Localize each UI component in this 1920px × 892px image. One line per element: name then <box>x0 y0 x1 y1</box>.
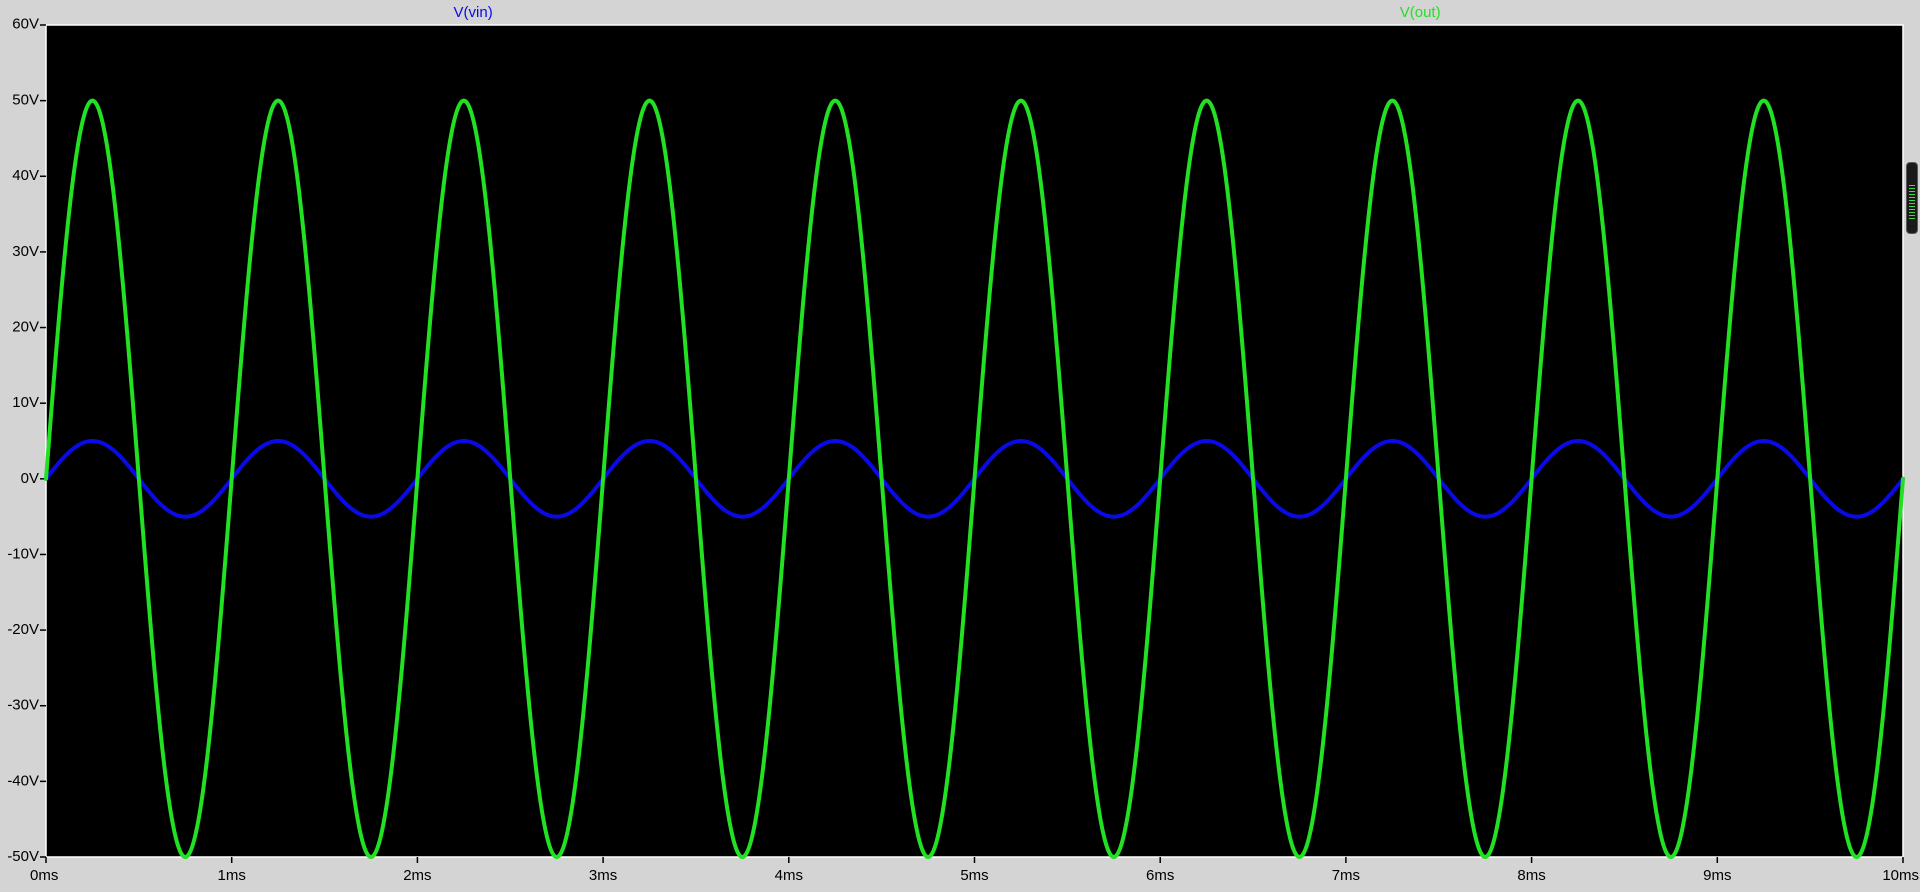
handle-grip-line <box>1909 185 1915 186</box>
trace-label[interactable]: V(out) <box>1400 4 1441 21</box>
handle-grip-line <box>1909 212 1915 213</box>
handle-grip-line <box>1909 194 1915 195</box>
y-tick-label: -20V <box>7 621 39 638</box>
trace-label[interactable]: V(vin) <box>454 4 493 21</box>
y-axis: 60V 50V 40V 30V 20V 10V 0V -10V -20V -30V -40V -50V <box>7 15 46 865</box>
plot-area[interactable] <box>46 25 1903 857</box>
handle-grip-line <box>1909 203 1915 204</box>
handle-grip-line <box>1909 197 1915 198</box>
scroll-handle[interactable] <box>1906 162 1918 234</box>
handle-grip-line <box>1909 218 1915 219</box>
x-tick-label: 8ms <box>1517 867 1545 884</box>
x-axis: 0ms 1ms 2ms 3ms 4ms 5ms 6ms 7ms 8ms 9ms 10ms <box>30 857 1919 884</box>
handle-grip-line <box>1909 206 1915 207</box>
y-tick-label: 0V <box>21 470 39 487</box>
x-tick-label: 2ms <box>403 867 431 884</box>
x-tick-label: 0ms <box>30 867 58 884</box>
y-tick-label: -30V <box>7 697 39 714</box>
x-tick-label: 5ms <box>960 867 988 884</box>
x-tick-label: 6ms <box>1146 867 1174 884</box>
handle-grip-line <box>1909 215 1915 216</box>
x-tick-label: 4ms <box>775 867 803 884</box>
handle-grip-line <box>1909 188 1915 189</box>
y-tick-label: 50V <box>12 92 39 109</box>
y-tick-label: 60V <box>12 15 39 32</box>
handle-grip-line <box>1909 200 1915 201</box>
y-tick-label: -10V <box>7 545 39 562</box>
y-tick-label: 40V <box>12 167 39 184</box>
y-tick-label: -40V <box>7 772 39 789</box>
x-tick-label: 9ms <box>1703 867 1731 884</box>
waveform-plot[interactable]: 60V 50V 40V 30V 20V 10V 0V -10V -20V -30V -40V -50V… <box>0 0 1920 892</box>
y-tick-label: 20V <box>12 319 39 336</box>
trace-labels: V(vin) V(out) <box>454 4 1441 21</box>
x-tick-label: 7ms <box>1332 867 1360 884</box>
x-tick-label: 3ms <box>589 867 617 884</box>
handle-grip-line <box>1909 191 1915 192</box>
y-tick-label: 10V <box>12 394 39 411</box>
y-tick-label: 30V <box>12 243 39 260</box>
x-tick-label: 1ms <box>218 867 246 884</box>
x-tick-label: 10ms <box>1882 867 1919 884</box>
y-tick-label: -50V <box>7 848 39 865</box>
waveform-viewer: 60V 50V 40V 30V 20V 10V 0V -10V -20V -30V -40V -50V… <box>0 0 1920 892</box>
handle-grip-line <box>1909 209 1915 210</box>
